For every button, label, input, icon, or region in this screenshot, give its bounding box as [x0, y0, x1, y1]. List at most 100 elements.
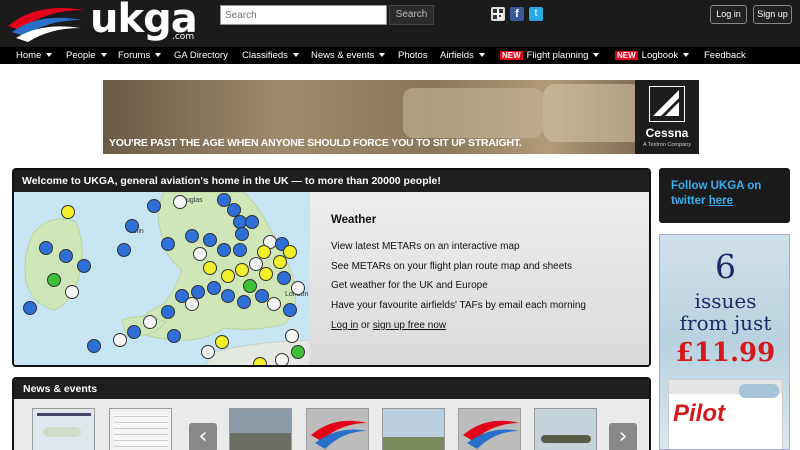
metar-station-marker[interactable] — [291, 281, 305, 295]
search-button[interactable]: Search — [389, 5, 434, 25]
pilot-ad-line: from just — [679, 311, 772, 335]
metar-station-marker[interactable] — [245, 215, 259, 229]
site-logo[interactable]: ukga .com — [6, 0, 206, 44]
metar-station-marker[interactable] — [113, 333, 127, 347]
weather-signup-link[interactable]: sign up free now — [373, 320, 446, 331]
news-thumbnail[interactable] — [458, 408, 521, 450]
weather-info: Weather View latest METARs on an interac… — [310, 192, 649, 365]
pilot-magazine-ad[interactable]: 6 issues from just £11.99 Pilot — [659, 234, 790, 450]
news-thumbnail[interactable] — [306, 408, 369, 450]
metar-station-marker[interactable] — [267, 297, 281, 311]
metar-station-marker[interactable] — [193, 247, 207, 261]
metar-station-marker[interactable] — [185, 297, 199, 311]
metar-station-marker[interactable] — [125, 219, 139, 233]
metar-station-marker[interactable] — [185, 229, 199, 243]
weather-line: Have your favourite airfields' TAFs by e… — [331, 300, 586, 311]
metar-station-marker[interactable] — [167, 329, 181, 343]
metar-station-marker[interactable] — [291, 345, 305, 359]
metar-station-marker[interactable] — [253, 357, 267, 365]
weather-map[interactable]: Douglas ublin London — [14, 192, 310, 365]
metar-station-marker[interactable] — [285, 329, 299, 343]
nav-item-news-events[interactable]: News & events — [311, 47, 386, 64]
metar-station-marker[interactable] — [243, 279, 257, 293]
ad-brand: Cessna — [645, 126, 689, 140]
nav-item-ga-directory[interactable]: GA Directory — [174, 47, 228, 64]
metar-station-marker[interactable] — [235, 227, 249, 241]
metar-station-marker[interactable] — [221, 289, 235, 303]
search-input[interactable] — [220, 5, 387, 25]
weather-login-link[interactable]: Log in — [331, 320, 358, 331]
weather-heading: Weather — [331, 214, 377, 226]
metar-station-marker[interactable] — [147, 199, 161, 213]
nav-item-classifieds[interactable]: Classifieds — [242, 47, 299, 64]
metar-station-marker[interactable] — [173, 195, 187, 209]
metar-station-marker[interactable] — [161, 237, 175, 251]
metar-station-marker[interactable] — [161, 305, 175, 319]
nav-item-flight-planning[interactable]: NEW Flight planning — [500, 47, 600, 64]
qr-code-icon[interactable] — [491, 7, 505, 21]
nav-item-home[interactable]: Home — [16, 47, 53, 64]
crowd-image — [383, 437, 444, 450]
metar-station-marker[interactable] — [275, 353, 289, 365]
nav-label: Flight planning — [526, 50, 589, 61]
nav-item-people[interactable]: People — [66, 47, 107, 64]
metar-station-marker[interactable] — [127, 325, 141, 339]
metar-station-marker[interactable] — [233, 243, 247, 257]
nav-label: Home — [16, 50, 42, 61]
metar-station-marker[interactable] — [87, 339, 101, 353]
metar-station-marker[interactable] — [259, 267, 273, 281]
metar-station-marker[interactable] — [221, 269, 235, 283]
news-title: News & events — [14, 379, 649, 399]
metar-station-marker[interactable] — [143, 315, 157, 329]
news-next-arrow[interactable]: › — [609, 423, 637, 450]
cessna-ad-banner[interactable]: YOU'RE PAST THE AGE WHEN ANYONE SHOULD F… — [103, 80, 699, 154]
metar-station-marker[interactable] — [203, 261, 217, 275]
metar-station-marker[interactable] — [77, 259, 91, 273]
metar-station-marker[interactable] — [215, 335, 229, 349]
nav-item-logbook[interactable]: NEW Logbook — [615, 47, 690, 64]
facebook-icon[interactable]: f — [510, 7, 524, 21]
thumb-text-line — [37, 413, 91, 416]
metar-station-marker[interactable] — [117, 243, 131, 257]
metar-station-marker[interactable] — [201, 345, 215, 359]
metar-station-marker[interactable] — [65, 285, 79, 299]
metar-station-marker[interactable] — [39, 241, 53, 255]
site-header: ukga .com Search f t Log in Sign up — [0, 0, 800, 47]
news-thumbnail[interactable] — [229, 408, 292, 450]
metar-station-marker[interactable] — [61, 205, 75, 219]
nav-item-airfields[interactable]: Airfields — [440, 47, 485, 64]
metar-station-marker[interactable] — [283, 303, 297, 317]
ad-tagline: YOU'RE PAST THE AGE WHEN ANYONE SHOULD F… — [109, 137, 522, 149]
follow-text: Follow UKGA on twitter here — [671, 179, 790, 209]
cessna-emblem-icon — [649, 86, 685, 122]
metar-station-marker[interactable] — [235, 263, 249, 277]
nav-item-feedback[interactable]: Feedback — [704, 47, 746, 64]
metar-station-marker[interactable] — [59, 249, 73, 263]
signup-button[interactable]: Sign up — [753, 5, 792, 24]
plane-image-icon — [43, 427, 81, 437]
metar-station-marker[interactable] — [203, 233, 217, 247]
follow-twitter-link[interactable]: here — [709, 195, 733, 207]
news-thumbnail[interactable] — [382, 408, 445, 450]
news-thumbnail[interactable] — [109, 408, 172, 450]
ukga-logo-icon — [311, 420, 367, 449]
news-thumbnail[interactable] — [534, 408, 597, 450]
nav-label: Photos — [398, 50, 428, 61]
login-button[interactable]: Log in — [710, 5, 747, 24]
news-thumbnail[interactable] — [32, 408, 95, 450]
nav-item-forums[interactable]: Forums — [118, 47, 162, 64]
metar-station-marker[interactable] — [23, 301, 37, 315]
metar-station-marker[interactable] — [237, 295, 251, 309]
nav-item-photos[interactable]: Photos — [398, 47, 428, 64]
news-prev-arrow[interactable]: ‹ — [189, 423, 217, 450]
twitter-icon[interactable]: t — [529, 7, 543, 21]
metar-station-marker[interactable] — [47, 273, 61, 287]
metar-station-marker[interactable] — [207, 281, 221, 295]
metar-station-marker[interactable] — [217, 243, 231, 257]
metar-station-marker[interactable] — [277, 271, 291, 285]
weather-cta: Log in or sign up free now — [331, 320, 446, 331]
logo-domain: .com — [172, 32, 195, 42]
ukga-logo-icon — [463, 420, 519, 449]
ad-image-seat — [543, 84, 643, 142]
metar-station-marker[interactable] — [283, 245, 297, 259]
